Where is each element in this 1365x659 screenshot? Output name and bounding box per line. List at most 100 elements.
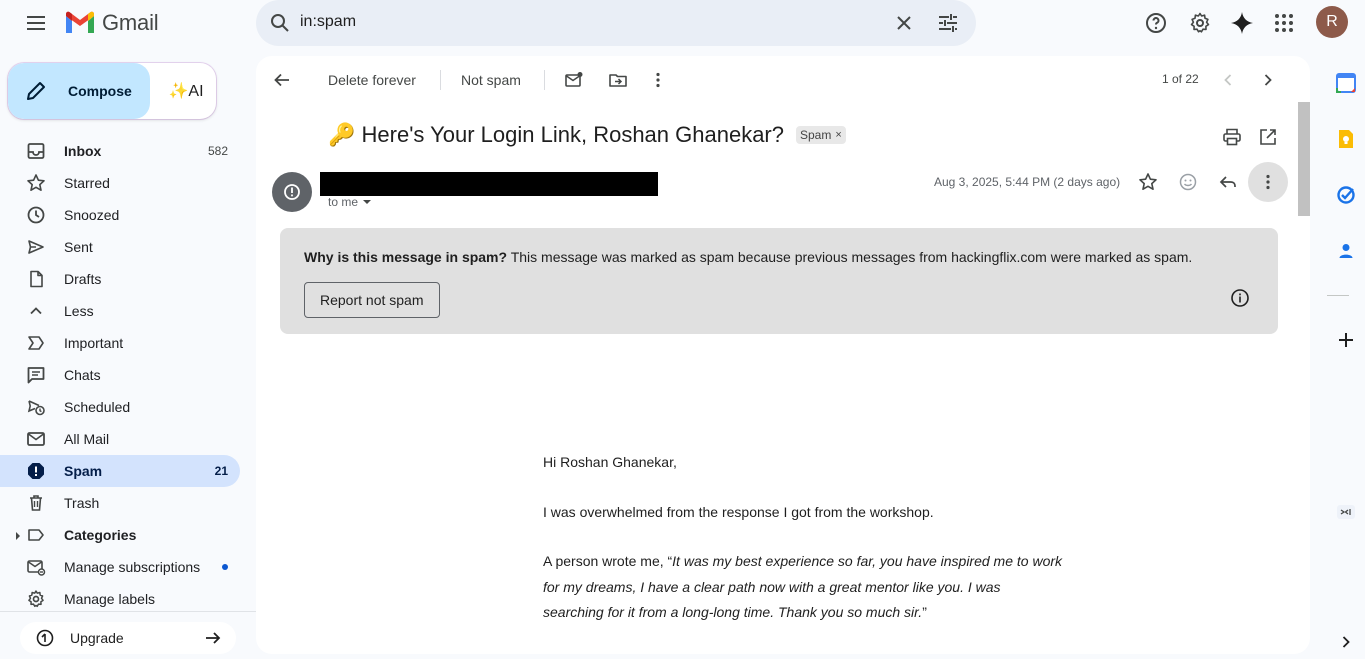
add-reaction-button[interactable] (1168, 162, 1208, 202)
sidebar-item-spam[interactable]: Spam 21 (0, 455, 240, 487)
scrollbar-thumb[interactable] (1298, 102, 1310, 216)
spam-label-text: Spam (799, 128, 832, 142)
sidebar-item-label: Drafts (64, 271, 102, 287)
upgrade-label: Upgrade (70, 630, 124, 646)
clock-icon (26, 205, 46, 225)
sidebar-item-manage-subscriptions[interactable]: Manage subscriptions (0, 551, 240, 583)
remove-label-icon[interactable]: × (835, 129, 841, 141)
get-addons-button[interactable] (1326, 320, 1365, 360)
sidebar-item-label: Sent (64, 239, 93, 255)
redacted-sender (320, 172, 658, 196)
sidebar-item-snoozed[interactable]: Snoozed (0, 199, 240, 231)
reply-button[interactable] (1208, 162, 1248, 202)
sidebar-item-categories[interactable]: Categories (0, 519, 240, 551)
main-menu-button[interactable] (16, 3, 56, 43)
sidebar-item-all-mail[interactable]: All Mail (0, 423, 240, 455)
sidebar-item-trash[interactable]: Trash (0, 487, 240, 519)
search-options-icon[interactable] (936, 11, 960, 35)
sidebar-item-less[interactable]: Less (0, 295, 240, 327)
older-button[interactable] (1248, 60, 1288, 100)
message-subject-row: 🔑 Here's Your Login Link, Roshan Ghaneka… (328, 122, 846, 148)
star-button[interactable] (1128, 162, 1168, 202)
report-not-spam-button[interactable]: Report not spam (304, 282, 440, 318)
ai-compose-button[interactable]: ✨AI (158, 63, 214, 119)
star-icon (26, 173, 46, 193)
gear-icon (1190, 12, 1210, 33)
clear-search-icon[interactable] (892, 11, 916, 35)
delete-forever-button[interactable]: Delete forever (328, 60, 416, 100)
search-input[interactable]: in:spam (300, 13, 356, 31)
message-date: Aug 3, 2025, 5:44 PM (2 days ago) (934, 175, 1121, 189)
search-icon[interactable] (268, 11, 292, 35)
sidebar-item-important[interactable]: Important (0, 327, 240, 359)
quote-line: It was my best experience so far, you ha… (672, 553, 1063, 569)
sender-avatar[interactable] (272, 172, 312, 212)
sidebar-item-inbox[interactable]: Inbox 582 (0, 135, 240, 167)
spam-warning-explanation: This message was marked as spam because … (510, 249, 1193, 265)
tasks-app-button[interactable] (1326, 175, 1365, 215)
sidebar-item-scheduled[interactable]: Scheduled (0, 391, 240, 423)
chevron-right-icon (1342, 636, 1350, 648)
newer-button[interactable] (1208, 60, 1248, 100)
move-to-folder-icon (609, 74, 627, 87)
keep-icon (1339, 130, 1353, 148)
spam-label-chip[interactable]: Spam × (795, 126, 846, 144)
alert-circle-icon (284, 184, 300, 200)
pagination-count: 1 of 22 (1162, 72, 1199, 86)
calendar-app-button[interactable] (1326, 63, 1365, 103)
open-new-window-button[interactable] (1248, 117, 1288, 157)
message-more-button[interactable] (1248, 162, 1288, 202)
print-all-button[interactable] (1212, 117, 1252, 157)
move-to-button[interactable] (598, 60, 638, 100)
mark-unread-button[interactable] (554, 60, 594, 100)
side-panel-divider (1327, 295, 1349, 296)
message-toolbar: Delete forever Not spam 1 of 22 (256, 56, 1310, 104)
contacts-app-button[interactable] (1326, 231, 1365, 271)
caret-down-icon (363, 200, 372, 204)
body-quote: A person wrote me, “It was my best exper… (543, 549, 1083, 626)
gemini-button[interactable] (1222, 3, 1262, 43)
sidebar-item-starred[interactable]: Starred (0, 167, 240, 199)
back-button[interactable] (262, 60, 302, 100)
message-view: Delete forever Not spam 1 of 22 🔑 Here's… (256, 56, 1310, 654)
sidebar-item-label: Manage labels (64, 591, 156, 607)
important-label-icon (26, 333, 46, 353)
support-button[interactable] (1136, 3, 1176, 43)
account-avatar[interactable]: R (1316, 6, 1348, 38)
message-body: Hi Roshan Ghanekar, I was overwhelmed fr… (543, 450, 1083, 626)
expand-caret-icon[interactable] (14, 531, 22, 541)
hide-side-panel-button[interactable] (1326, 492, 1365, 532)
compose-button[interactable]: Compose (8, 63, 150, 119)
upgrade-button[interactable]: Upgrade (20, 622, 236, 654)
info-icon[interactable] (1230, 288, 1250, 308)
sidebar-item-chats[interactable]: Chats (0, 359, 240, 391)
sidebar-item-drafts[interactable]: Drafts (0, 263, 240, 295)
tasks-icon (1337, 186, 1355, 204)
compose-group: Compose ✨AI (8, 63, 216, 119)
sidebar-item-label: Scheduled (64, 399, 131, 415)
all-mail-icon (26, 429, 46, 449)
chevron-up-icon (26, 301, 46, 321)
settings-button[interactable] (1180, 3, 1220, 43)
inbox-icon (26, 141, 46, 161)
gmail-m-icon (66, 11, 94, 33)
app-name: Gmail (102, 10, 159, 35)
label-icon (26, 525, 46, 545)
calendar-icon (1336, 73, 1356, 93)
recipient-details[interactable]: to me (328, 195, 372, 209)
apps-button[interactable] (1264, 3, 1304, 43)
expand-side-panel-button[interactable] (1326, 622, 1365, 659)
sidebar-item-sent[interactable]: Sent (0, 231, 240, 263)
gmail-logo[interactable]: Gmail (64, 8, 159, 38)
arrow-left-icon (274, 73, 289, 87)
quote-close: ” (922, 604, 927, 620)
quote-line: searching for it from a long-long time. … (543, 604, 923, 620)
more-actions-button[interactable] (638, 60, 678, 100)
keep-app-button[interactable] (1326, 119, 1365, 159)
sidebar-item-label: Starred (64, 175, 110, 191)
scheduled-send-icon (26, 397, 46, 417)
search-bar[interactable]: in:spam (256, 0, 976, 46)
spam-warning-text: Why is this message in spam? This messag… (304, 249, 1192, 265)
contacts-icon (1339, 244, 1353, 258)
not-spam-button[interactable]: Not spam (461, 60, 521, 100)
